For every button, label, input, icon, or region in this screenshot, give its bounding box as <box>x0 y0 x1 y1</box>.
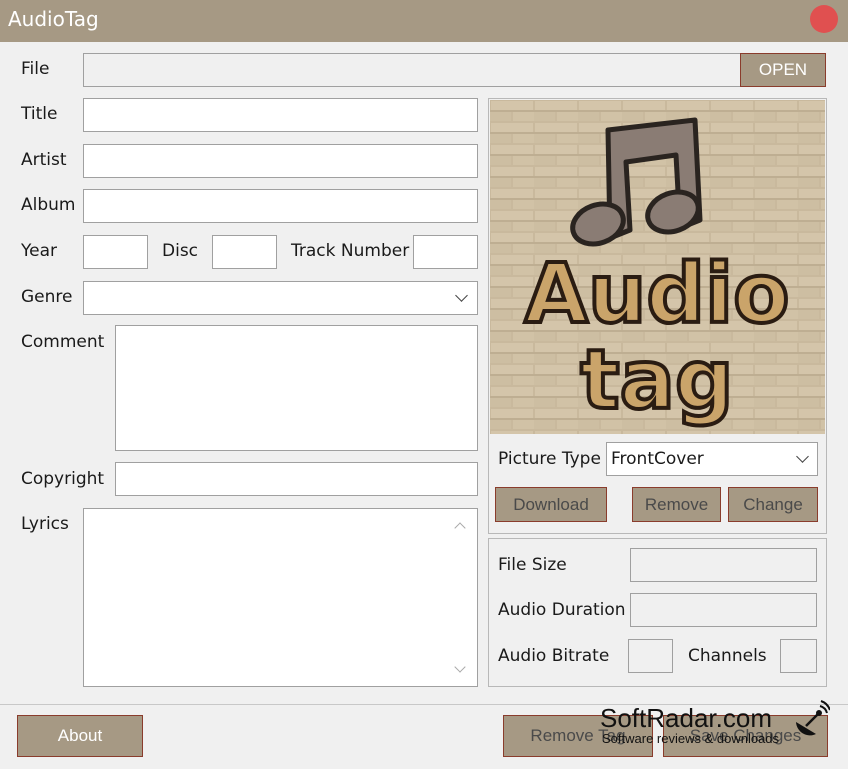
lyrics-label: Lyrics <box>21 514 69 534</box>
scroll-up-icon[interactable] <box>454 522 466 534</box>
about-button[interactable]: About <box>17 715 143 757</box>
year-input[interactable] <box>83 235 148 269</box>
title-bar <box>0 0 848 42</box>
watermark-subtitle: Software reviews & downloads <box>602 731 780 746</box>
comment-label: Comment <box>21 332 105 352</box>
artist-input[interactable] <box>83 144 478 178</box>
cover-text-line2: tag <box>580 333 733 428</box>
close-icon[interactable] <box>810 5 838 33</box>
scroll-down-icon[interactable] <box>454 661 466 673</box>
comment-textarea[interactable] <box>115 325 478 451</box>
audio-duration-label: Audio Duration <box>498 600 626 620</box>
window-title: AudioTag <box>8 7 99 31</box>
picture-type-label: Picture Type <box>498 449 601 469</box>
track-number-label: Track Number <box>291 241 410 261</box>
chevron-down-icon <box>796 450 809 463</box>
album-input[interactable] <box>83 189 478 223</box>
album-label: Album <box>21 195 76 215</box>
change-picture-button[interactable]: Change <box>728 487 818 522</box>
cover-text-line1: Audio <box>525 247 790 342</box>
cover-art-image: Audio tag <box>490 100 825 434</box>
lyrics-textarea[interactable] <box>83 508 478 687</box>
file-size-label: File Size <box>498 555 567 575</box>
title-input[interactable] <box>83 98 478 132</box>
disc-label: Disc <box>162 241 199 261</box>
picture-type-value: FrontCover <box>611 449 704 469</box>
channels-label: Channels <box>688 646 767 666</box>
file-label: File <box>21 59 50 79</box>
audio-bitrate-field <box>628 639 673 673</box>
track-number-input[interactable] <box>413 235 478 269</box>
chevron-down-icon <box>455 289 468 302</box>
artist-label: Artist <box>21 150 67 170</box>
copyright-label: Copyright <box>21 469 105 489</box>
genre-label: Genre <box>21 287 73 307</box>
file-size-field <box>630 548 817 582</box>
watermark-title: SoftRadar.com <box>600 703 772 733</box>
file-path-field[interactable] <box>83 53 743 87</box>
channels-field <box>780 639 817 673</box>
open-button[interactable]: OPEN <box>740 53 826 87</box>
disc-input[interactable] <box>212 235 277 269</box>
genre-select[interactable] <box>83 281 478 315</box>
picture-type-select[interactable]: FrontCover <box>606 442 818 476</box>
year-label: Year <box>21 241 57 261</box>
radar-dish-icon <box>796 700 830 736</box>
audio-duration-field <box>630 593 817 627</box>
audio-bitrate-label: Audio Bitrate <box>498 646 610 666</box>
download-button[interactable]: Download <box>495 487 607 522</box>
remove-picture-button[interactable]: Remove <box>632 487 721 522</box>
title-label: Title <box>21 104 58 124</box>
copyright-input[interactable] <box>115 462 478 496</box>
